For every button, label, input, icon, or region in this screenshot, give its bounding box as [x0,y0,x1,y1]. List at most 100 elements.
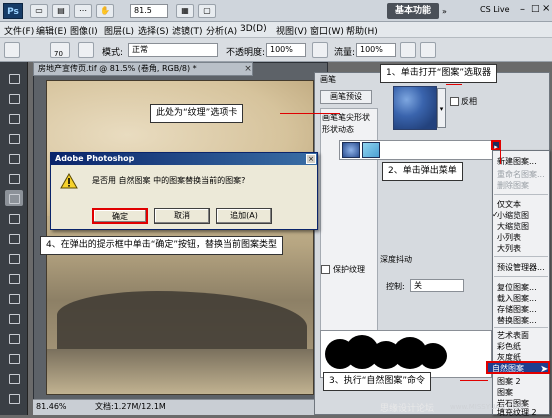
brush-panel-toggle-icon[interactable] [78,42,94,58]
menu-color-paper[interactable]: 彩色纸 [497,341,521,352]
invert-checkbox[interactable] [450,97,459,106]
menu-bar: 文件(F) 编辑(E) 图像(I) 图层(L) 选择(S) 滤镜(T) 分析(A… [0,22,552,38]
shape-tool-icon[interactable] [5,370,23,386]
mode-label: 模式: [102,48,124,58]
gradient-tool-icon[interactable] [5,270,23,286]
invert-label: 反相 [461,97,477,106]
brush-presets-button[interactable]: 画笔预设 [320,90,372,104]
zoom-status[interactable]: 81.46% [36,400,67,414]
depth-jitter-label: 深度抖动 [380,255,412,264]
menu-filter[interactable]: 滤镜(T) [172,24,203,37]
path-select-tool-icon[interactable] [5,350,23,366]
marquee-tool-icon[interactable] [5,90,23,106]
menu-view[interactable]: 视图(V) [276,24,307,37]
minimize-icon[interactable]: – [520,4,525,15]
dialog-ok-button[interactable]: 确定 [92,208,148,224]
menu-patterns-2[interactable]: 图案 2 [497,376,521,387]
quick-select-tool-icon[interactable] [5,130,23,146]
shape-dynamics-item[interactable]: 形状动态 [322,124,354,135]
airbrush-icon[interactable] [400,42,416,58]
crop-tool-icon[interactable] [5,150,23,166]
menu-artist-surfaces[interactable]: 艺术表面 [497,330,529,341]
menu-preset-manager[interactable]: 预设管理器... [497,262,545,273]
dialog-append-button[interactable]: 追加(A) [216,208,272,224]
dialog-close-icon[interactable]: × [306,154,316,164]
zoom-field[interactable]: 81.5 [130,4,168,18]
cs-live-button[interactable]: CS Live [480,5,510,14]
minibridge-icon[interactable]: ▤ [52,4,70,18]
menu-separator [494,256,548,257]
eraser-tool-icon[interactable] [5,250,23,266]
menu-save-patterns[interactable]: 存储图案... [497,304,537,315]
extras-icon[interactable]: ⋯ [74,4,92,18]
brush-tool-icon[interactable] [5,190,23,206]
menu-text-only[interactable]: 仅文本 [497,199,521,210]
menu-analysis[interactable]: 分析(A) [206,24,237,37]
menu-edit[interactable]: 编辑(E) [36,24,67,37]
brush-panel-title[interactable]: 画笔 [320,74,336,85]
screen-mode-icon[interactable]: ▢ [198,4,216,18]
app-bar: Ps ▭ ▤ ⋯ ✋ 81.5 ▦ ▢ 基本功能 » CS Live – □ × [0,0,552,22]
menu-select[interactable]: 选择(S) [138,24,169,37]
menu-new-pattern[interactable]: 新建图案... [497,156,537,167]
callout-line-1 [446,84,462,85]
maximize-icon[interactable]: □ [531,4,540,14]
close-window-icon[interactable]: × [542,3,550,14]
menu-replace-patterns[interactable]: 替换图案... [497,315,537,326]
brush-tool-icon[interactable] [4,42,20,58]
zoom-tool-icon[interactable] [5,390,23,406]
opacity-field[interactable]: 100% [266,43,306,57]
dialog-cancel-button[interactable]: 取消 [154,208,210,224]
dodge-tool-icon[interactable] [5,290,23,306]
pattern-picker-arrow-icon[interactable]: ▾ [437,88,446,128]
type-tool-icon[interactable] [5,330,23,346]
menu-large-list[interactable]: 大列表 [497,243,521,254]
menu-patterns[interactable]: 图案 [497,387,513,398]
pen-tool-icon[interactable] [5,310,23,326]
control-select[interactable]: 关 [410,279,464,292]
bridge-icon[interactable]: ▭ [30,4,48,18]
menu-window[interactable]: 窗口(W) [310,24,344,37]
opacity-pressure-icon[interactable] [312,42,328,58]
status-bar: 81.46% 文档:1.27M/12.1M [33,399,328,415]
menu-load-patterns[interactable]: 载入图案... [497,293,537,304]
protect-texture-label: 保护纹理 [333,265,365,274]
flow-field[interactable]: 100% [356,43,396,57]
tools-panel [0,62,28,415]
file-size-status: 文档:1.27M/12.1M [95,402,166,411]
callout-texture-tab: 此处为“纹理”选项卡 [150,104,244,123]
eyedropper-tool-icon[interactable] [5,170,23,186]
menu-help[interactable]: 帮助(H) [346,24,378,37]
menu-reset-patterns[interactable]: 复位图案... [497,282,537,293]
document-close-icon[interactable]: × [243,63,253,75]
workspace-button[interactable]: 基本功能 [387,3,439,19]
history-brush-tool-icon[interactable] [5,230,23,246]
menu-image[interactable]: 图像(I) [70,24,98,37]
document-tab[interactable]: 房地产宣传页.tif @ 81.5% (卷角, RGB/8) * [33,62,253,76]
pattern-thumb-1[interactable] [342,142,360,158]
hand-tool-icon[interactable]: ✋ [96,4,114,18]
menu-layer[interactable]: 图层(L) [104,24,134,37]
pattern-thumb-2[interactable] [362,142,380,158]
lasso-tool-icon[interactable] [5,110,23,126]
menu-3d[interactable]: 3D(D) [240,24,267,34]
pattern-swatch[interactable] [393,86,437,130]
callout-step-2: 2、单击弹出菜单 [382,162,463,181]
menu-large-thumbnail[interactable]: 大缩览图 [497,221,529,232]
brush-stroke-preview [320,330,492,378]
protect-texture-checkbox[interactable] [321,265,330,274]
arrange-docs-icon[interactable]: ▦ [176,4,194,18]
options-bar: 70 模式: 正常 不透明度: 100% 流量: 100% [0,38,552,62]
menu-small-thumbnail[interactable]: 小缩览图 [497,210,529,221]
move-tool-icon[interactable] [5,70,23,86]
clone-stamp-tool-icon[interactable] [5,210,23,226]
dialog-title: Adobe Photoshop [51,153,317,165]
menu-small-list[interactable]: 小列表 [497,232,521,243]
menu-delete-pattern[interactable]: 删除图案 [497,180,529,191]
mode-select[interactable]: 正常 [128,43,218,57]
workspace-more-icon[interactable]: » [442,7,447,16]
menu-file[interactable]: 文件(F) [4,24,34,37]
callout-step-3: 3、执行“自然图案”命令 [323,372,432,391]
tablet-pressure-icon[interactable] [420,42,436,58]
menu-rename-pattern[interactable]: 重命名图案... [497,169,545,180]
